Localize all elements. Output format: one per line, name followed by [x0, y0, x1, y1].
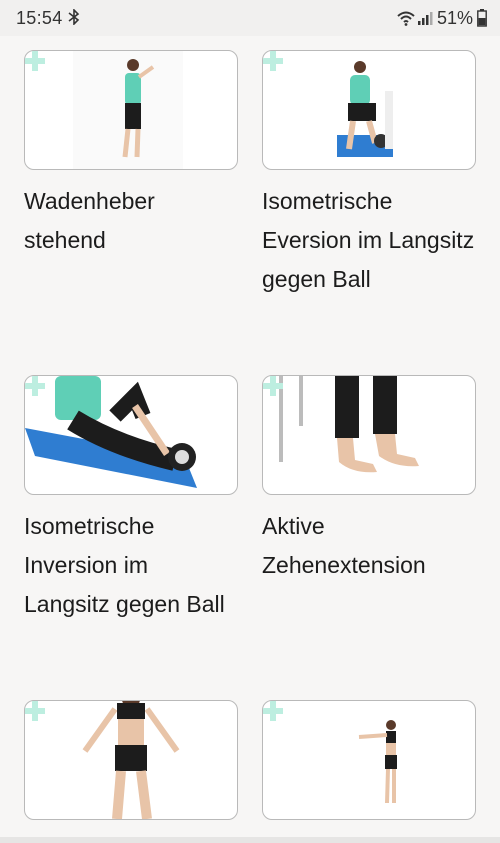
- exercise-title: Wadenheber stehend: [24, 188, 155, 253]
- feet-toe-extension-image: [279, 376, 419, 473]
- exercise-thumbnail[interactable]: [24, 700, 238, 820]
- add-plus-icon[interactable]: [263, 701, 283, 721]
- signal-icon: [418, 12, 433, 25]
- exercise-thumbnail[interactable]: [262, 700, 476, 820]
- person-calf-raise-image: [73, 51, 183, 169]
- bottom-divider: [0, 837, 500, 843]
- exercise-thumbnail[interactable]: [262, 50, 476, 170]
- exercise-title: Aktive Zehenextension: [262, 513, 426, 578]
- person-inversion-ball-image: [25, 376, 197, 488]
- add-plus-icon[interactable]: [263, 51, 283, 71]
- wifi-icon: [397, 11, 415, 26]
- add-plus-icon[interactable]: [263, 376, 283, 396]
- battery-icon: [477, 9, 487, 27]
- bluetooth-icon: [68, 9, 80, 25]
- person-eversion-ball-image: [337, 61, 393, 157]
- exercise-thumbnail[interactable]: [24, 50, 238, 170]
- exercise-thumbnail[interactable]: [24, 375, 238, 495]
- person-arms-out-image: [82, 701, 180, 819]
- exercise-title: Isometrische Eversion im Langsitz gegen …: [262, 188, 475, 292]
- battery-percentage: 51%: [437, 8, 474, 28]
- status-time: 15:54: [16, 8, 63, 28]
- exercise-thumbnail[interactable]: [262, 375, 476, 495]
- add-plus-icon[interactable]: [25, 376, 45, 396]
- add-plus-icon[interactable]: [25, 51, 45, 71]
- add-plus-icon[interactable]: [25, 701, 45, 721]
- exercise-title: Isometrische Inversion im Langsitz gegen…: [24, 513, 225, 617]
- person-arms-forward-image: [358, 720, 397, 804]
- status-bar: 15:54 51%: [0, 0, 500, 36]
